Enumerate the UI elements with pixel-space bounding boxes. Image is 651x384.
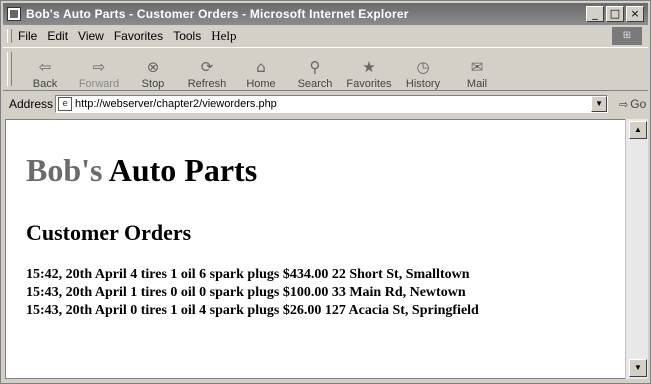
go-button[interactable]: ⇨ Go <box>619 97 646 111</box>
browser-window: Bob's Auto Parts - Customer Orders - Mic… <box>0 0 651 384</box>
menubar-grip[interactable] <box>7 29 12 43</box>
back-button[interactable]: ⇦ Back <box>18 50 72 90</box>
address-bar: Address e http://webserver/chapter2/view… <box>3 92 648 116</box>
home-label: Home <box>246 78 276 90</box>
close-button[interactable]: × <box>626 6 644 22</box>
back-label: Back <box>32 78 58 90</box>
history-button[interactable]: ◷ History <box>396 50 450 90</box>
history-label: History <box>405 78 441 90</box>
mail-icon: ✉ <box>470 58 484 76</box>
address-url[interactable]: http://webserver/chapter2/vieworders.php <box>75 98 277 110</box>
mail-button[interactable]: ✉ Mail <box>450 50 504 90</box>
menu-view[interactable]: View <box>78 29 104 43</box>
menu-favorites[interactable]: Favorites <box>114 29 163 43</box>
page-title-rest: Auto Parts <box>108 152 258 188</box>
history-icon: ◷ <box>416 58 430 76</box>
menu-help[interactable]: Help <box>211 28 236 44</box>
mail-label: Mail <box>466 78 488 90</box>
page-title-brand: Bob's <box>26 152 103 188</box>
vertical-scrollbar[interactable]: ▲ ▼ <box>625 119 648 379</box>
menu-bar: File Edit View Favorites Tools Help ⊞ <box>3 27 648 45</box>
title-bar[interactable]: Bob's Auto Parts - Customer Orders - Mic… <box>3 3 648 25</box>
menu-edit[interactable]: Edit <box>47 29 68 43</box>
menu-file[interactable]: File <box>18 29 37 43</box>
go-label: Go <box>630 97 647 111</box>
favorites-button[interactable]: ★ Favorites <box>342 50 396 90</box>
refresh-icon: ⟳ <box>200 58 214 76</box>
home-button[interactable]: ⌂ Home <box>234 50 288 90</box>
orders-list: 15:42, 20th April 4 tires 1 oil 6 spark … <box>26 266 479 320</box>
window-controls: _ □ × <box>586 6 644 22</box>
forward-label: Forward <box>78 78 120 90</box>
orders-heading: Customer Orders <box>26 220 192 245</box>
forward-button[interactable]: ⇨ Forward <box>72 50 126 90</box>
search-label: Search <box>297 78 333 90</box>
order-line: 15:43, 20th April 1 tires 0 oil 0 spark … <box>26 285 466 300</box>
order-line: 15:42, 20th April 4 tires 1 oil 6 spark … <box>26 267 470 282</box>
search-icon: ⚲ <box>309 58 321 76</box>
address-label: Address <box>9 97 54 111</box>
address-input[interactable]: e http://webserver/chapter2/vieworders.p… <box>55 95 609 113</box>
stop-label: Stop <box>141 78 165 90</box>
forward-arrow-icon: ⇨ <box>92 58 106 76</box>
search-button[interactable]: ⚲ Search <box>288 50 342 90</box>
back-arrow-icon: ⇦ <box>38 58 52 76</box>
refresh-button[interactable]: ⟳ Refresh <box>180 50 234 90</box>
stop-button[interactable]: ⊗ Stop <box>126 50 180 90</box>
scroll-down-icon[interactable]: ▼ <box>629 359 647 377</box>
toolbar-grip[interactable] <box>7 52 12 86</box>
page-title: Bob's Auto Parts <box>26 154 257 186</box>
ie-app-icon[interactable] <box>7 7 21 21</box>
favorites-label: Favorites <box>346 78 392 90</box>
scroll-up-icon[interactable]: ▲ <box>629 121 647 139</box>
menu-tools[interactable]: Tools <box>173 29 201 43</box>
minimize-button[interactable]: _ <box>586 6 604 22</box>
address-dropdown-button[interactable]: ▼ <box>591 96 608 112</box>
go-arrow-icon: ⇨ <box>619 97 629 111</box>
stop-icon: ⊗ <box>146 58 160 76</box>
page-content: Bob's Auto Parts Customer Orders 15:42, … <box>5 119 625 379</box>
windows-logo-icon: ⊞ <box>612 27 642 45</box>
home-icon: ⌂ <box>256 58 266 76</box>
order-line: 15:43, 20th April 0 tires 1 oil 4 spark … <box>26 303 479 318</box>
page-icon: e <box>58 97 73 111</box>
window-title: Bob's Auto Parts - Customer Orders - Mic… <box>26 7 409 21</box>
favorites-icon: ★ <box>362 58 376 76</box>
standard-toolbar: ⇦ Back ⇨ Forward ⊗ Stop ⟳ Refresh ⌂ Home… <box>3 47 648 91</box>
refresh-label: Refresh <box>187 78 227 90</box>
maximize-button[interactable]: □ <box>606 6 624 22</box>
